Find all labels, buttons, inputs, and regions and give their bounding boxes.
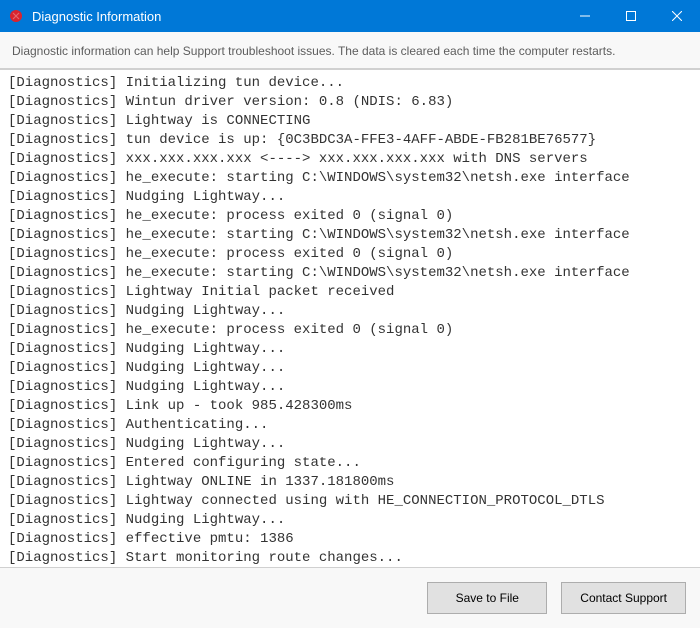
log-line: [Diagnostics] he_execute: process exited… — [8, 321, 700, 340]
log-line: [Diagnostics] he_execute: starting C:\WI… — [8, 264, 700, 283]
log-line: [Diagnostics] Lightway is CONNECTING — [8, 112, 700, 131]
log-line: [Diagnostics] Nudging Lightway... — [8, 188, 700, 207]
log-line: [Diagnostics] Initializing tun device... — [8, 74, 700, 93]
log-line: [Diagnostics] Entered configuring state.… — [8, 454, 700, 473]
log-line: [Diagnostics] Link up - took 985.428300m… — [8, 397, 700, 416]
log-line: [Diagnostics] Nudging Lightway... — [8, 378, 700, 397]
save-to-file-button[interactable]: Save to File — [427, 582, 547, 614]
title-text: Diagnostic Information — [32, 9, 562, 24]
log-line: [Diagnostics] Start monitoring route cha… — [8, 549, 700, 568]
contact-support-button[interactable]: Contact Support — [561, 582, 686, 614]
log-line: [Diagnostics] Wintun driver version: 0.8… — [8, 93, 700, 112]
log-line: [Diagnostics] Lightway connected using w… — [8, 492, 700, 511]
titlebar: Diagnostic Information — [0, 0, 700, 32]
window-controls — [562, 0, 700, 32]
log-line: [Diagnostics] he_execute: process exited… — [8, 207, 700, 226]
app-icon — [8, 8, 24, 24]
minimize-button[interactable] — [562, 0, 608, 32]
description-text: Diagnostic information can help Support … — [0, 32, 700, 69]
log-line: [Diagnostics] he_execute: starting C:\WI… — [8, 226, 700, 245]
log-scroll-area[interactable]: [Diagnostics] Initializing tun device...… — [0, 69, 700, 568]
close-button[interactable] — [654, 0, 700, 32]
log-line: [Diagnostics] Nudging Lightway... — [8, 340, 700, 359]
log-line: [Diagnostics] he_execute: starting C:\WI… — [8, 169, 700, 188]
log-content: [Diagnostics] Initializing tun device...… — [0, 70, 700, 568]
log-line: [Diagnostics] Nudging Lightway... — [8, 511, 700, 530]
log-line: [Diagnostics] Authenticating... — [8, 416, 700, 435]
log-line: [Diagnostics] he_execute: process exited… — [8, 245, 700, 264]
log-line: [Diagnostics] Nudging Lightway... — [8, 302, 700, 321]
footer: Save to File Contact Support — [0, 568, 700, 628]
log-line: [Diagnostics] Lightway Initial packet re… — [8, 283, 700, 302]
log-line: [Diagnostics] xxx.xxx.xxx.xxx <----> xxx… — [8, 150, 700, 169]
log-line: [Diagnostics] tun device is up: {0C3BDC3… — [8, 131, 700, 150]
log-line: [Diagnostics] Nudging Lightway... — [8, 359, 700, 378]
log-line: [Diagnostics] Nudging Lightway... — [8, 435, 700, 454]
log-line: [Diagnostics] effective pmtu: 1386 — [8, 530, 700, 549]
maximize-button[interactable] — [608, 0, 654, 32]
log-line: [Diagnostics] Lightway ONLINE in 1337.18… — [8, 473, 700, 492]
